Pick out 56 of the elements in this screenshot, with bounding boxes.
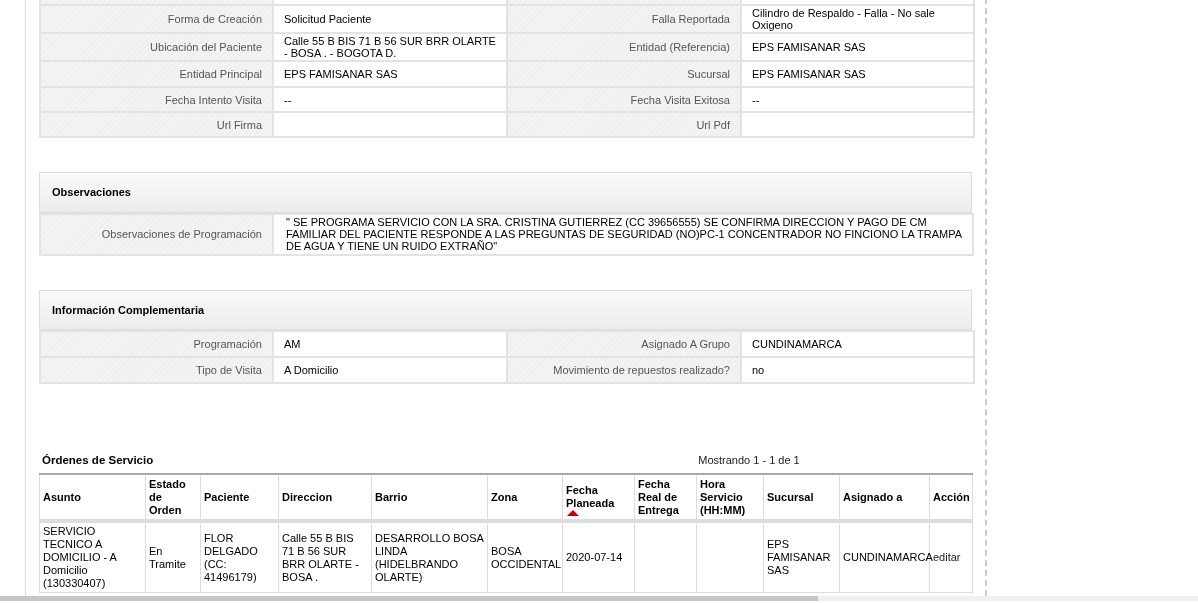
field-label: Observaciones de Programación [40, 213, 273, 255]
column-header[interactable]: Fecha Real de Entrega [634, 474, 697, 522]
field-label: Ubicación del Paciente [40, 33, 273, 61]
field-label: Forma de Creación [40, 5, 273, 33]
field-label: Sucursal [507, 61, 741, 87]
edit-link[interactable]: editar [933, 551, 961, 564]
field-label: Url Pdf [507, 112, 741, 137]
table-title: Órdenes de Servicio [42, 453, 154, 468]
scrollbar-thumb[interactable] [0, 596, 818, 601]
field-value: Solicitud Paciente [273, 5, 507, 33]
column-header[interactable]: Sucursal [763, 474, 840, 522]
table-cell: BOSA OCCIDENTAL [487, 521, 563, 593]
table-cell: 2020-07-14 [562, 521, 635, 593]
column-header[interactable]: Barrio [371, 474, 488, 522]
table-cell: EPS FAMISANAR SAS [763, 521, 840, 593]
column-header[interactable]: Asunto [39, 474, 146, 522]
column-header[interactable]: Paciente [200, 474, 279, 522]
field-value: EPS FAMISANAR SAS [741, 33, 974, 61]
pagination-info: Mostrando 1 - 1 de 1 [698, 453, 800, 468]
field-value: Cilindro de Respaldo - Falla - No sale Oxigeno [741, 5, 974, 33]
field-label: Programación [40, 331, 273, 357]
field-label: Fecha Intento Visita [40, 87, 273, 112]
field-label: Fecha Visita Exitosa [507, 87, 741, 112]
column-header[interactable]: Acción [929, 474, 973, 522]
table-cell: FLOR DELGADO (CC: 41496179) [200, 521, 279, 593]
sort-ascending-icon [567, 510, 579, 517]
field-label: Asignado A Grupo [507, 331, 741, 357]
column-header[interactable]: Fecha Planeada [562, 474, 635, 522]
field-value: EPS FAMISANAR SAS [741, 61, 974, 87]
section-header: Observaciones [39, 172, 972, 213]
column-header[interactable]: Asignado a [839, 474, 930, 522]
field-value: -- [741, 87, 974, 112]
field-label: Tipo de Visita [40, 357, 273, 383]
column-header[interactable]: Zona [487, 474, 563, 522]
column-header[interactable]: Hora Servicio (HH:MM) [696, 474, 764, 522]
horizontal-scrollbar[interactable] [0, 596, 1198, 601]
field-value: " SE PROGRAMA SERVICIO CON LA SRA. CRISTINA GUTIERREZ (CC 39656555) SE CONFIRMA DIRECCION Y PAGO DE CM FAMILIAR DEL PACIENTE RESPONDE A LAS PREGUNTAS DE SEGURIDAD (NO)PC-1 CONCENTRADOR NO FINCIONO LA TRAMPA DE AGUA Y TIENE UN RUIDO EXTRAÑO" [273, 213, 973, 255]
field-label: Url Firma [40, 112, 273, 137]
table-cell: DESARROLLO BOSA LINDA (HIDELBRANDO OLARTE) [371, 521, 488, 593]
field-label: Entidad Principal [40, 61, 273, 87]
field-value: -- [273, 87, 507, 112]
section-header: Información Complementaria [39, 289, 972, 330]
column-header[interactable]: Estado de Orden [145, 474, 201, 522]
column-header[interactable]: Direccion [278, 474, 372, 522]
field-value: no [741, 357, 974, 383]
field-value: Calle 55 B BIS 71 B 56 SUR BRR OLARTE - BOSA . - BOGOTA D. [273, 33, 507, 61]
table-cell: Calle 55 B BIS 71 B 56 SUR BRR OLARTE - BOSA . [278, 521, 372, 593]
table-cell: En Tramite [145, 521, 201, 593]
field-value: CUNDINAMARCA [741, 331, 974, 357]
field-value: A Domicilio [273, 357, 507, 383]
field-label: Falla Reportada [507, 5, 741, 33]
field-value: EPS FAMISANAR SAS [273, 61, 507, 87]
field-label: Movimiento de repuestos realizado? [507, 357, 741, 383]
table-cell: SERVICIO TECNICO A DOMICILIO - A Domicilio (130330407) [39, 521, 146, 593]
field-label: Entidad (Referencia) [507, 33, 741, 61]
field-value: AM [273, 331, 507, 357]
